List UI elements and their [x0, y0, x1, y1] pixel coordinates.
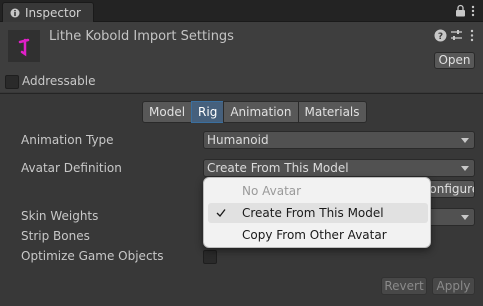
skin-weights-label: Skin Weights — [21, 209, 99, 223]
strip-bones-label: Strip Bones — [21, 229, 90, 243]
inspector-header: Lithe Kobold Import Settings ? Open — [0, 22, 483, 72]
more-options-icon[interactable] — [470, 29, 474, 42]
chevron-down-icon — [461, 138, 469, 143]
animation-type-dropdown[interactable]: Humanoid — [203, 131, 475, 149]
menu-item-label: Copy From Other Avatar — [242, 228, 387, 242]
checkmark-icon — [216, 209, 226, 217]
menu-item-copy-from-other-avatar[interactable]: Copy From Other Avatar — [208, 225, 428, 245]
tab-label: Inspector — [25, 6, 81, 20]
presets-sliders-icon[interactable] — [450, 29, 463, 42]
menu-item-no-avatar[interactable]: No Avatar — [208, 181, 428, 201]
optimize-game-objects-label: Optimize Game Objects — [21, 249, 164, 263]
kebab-menu-icon[interactable] — [471, 5, 475, 17]
tab-model[interactable]: Model — [142, 101, 193, 123]
skin-weights-dropdown[interactable] — [425, 208, 475, 226]
tab-bar: Inspector — [0, 0, 483, 23]
chevron-down-icon — [461, 166, 469, 171]
addressable-label: Addressable — [22, 74, 96, 88]
lock-icon[interactable] — [455, 4, 466, 17]
avatar-definition-dropdown[interactable]: Create From This Model — [203, 159, 475, 177]
model-asset-icon — [8, 30, 40, 62]
avatar-definition-menu: No Avatar Create From This Model Copy Fr… — [203, 177, 431, 248]
animation-type-label: Animation Type — [21, 133, 114, 147]
import-settings-title: Lithe Kobold Import Settings — [49, 29, 234, 44]
tab-animation[interactable]: Animation — [223, 101, 299, 123]
import-tabs: Model Rig Animation Materials — [142, 101, 367, 123]
addressable-checkbox[interactable] — [5, 75, 19, 89]
menu-item-create-from-this-model[interactable]: Create From This Model — [208, 203, 428, 223]
info-icon — [10, 8, 20, 18]
tab-rig[interactable]: Rig — [191, 101, 225, 123]
menu-item-label: No Avatar — [242, 184, 302, 198]
avatar-definition-label: Avatar Definition — [21, 161, 122, 175]
animation-type-value: Humanoid — [207, 133, 269, 147]
tab-materials[interactable]: Materials — [297, 101, 367, 123]
open-button[interactable]: Open — [434, 52, 475, 69]
apply-button[interactable]: Apply — [432, 277, 475, 295]
optimize-game-objects-checkbox[interactable] — [203, 250, 217, 264]
revert-button[interactable]: Revert — [381, 277, 427, 295]
addressable-row: Addressable — [0, 72, 483, 92]
svg-text:?: ? — [438, 32, 443, 42]
avatar-definition-value: Create From This Model — [207, 161, 349, 175]
help-icon[interactable]: ? — [434, 29, 447, 42]
menu-item-label: Create From This Model — [242, 206, 384, 220]
tab-inspector[interactable]: Inspector — [2, 2, 94, 23]
divider — [0, 93, 483, 94]
chevron-down-icon — [461, 215, 469, 220]
kobold-icon — [18, 38, 30, 57]
